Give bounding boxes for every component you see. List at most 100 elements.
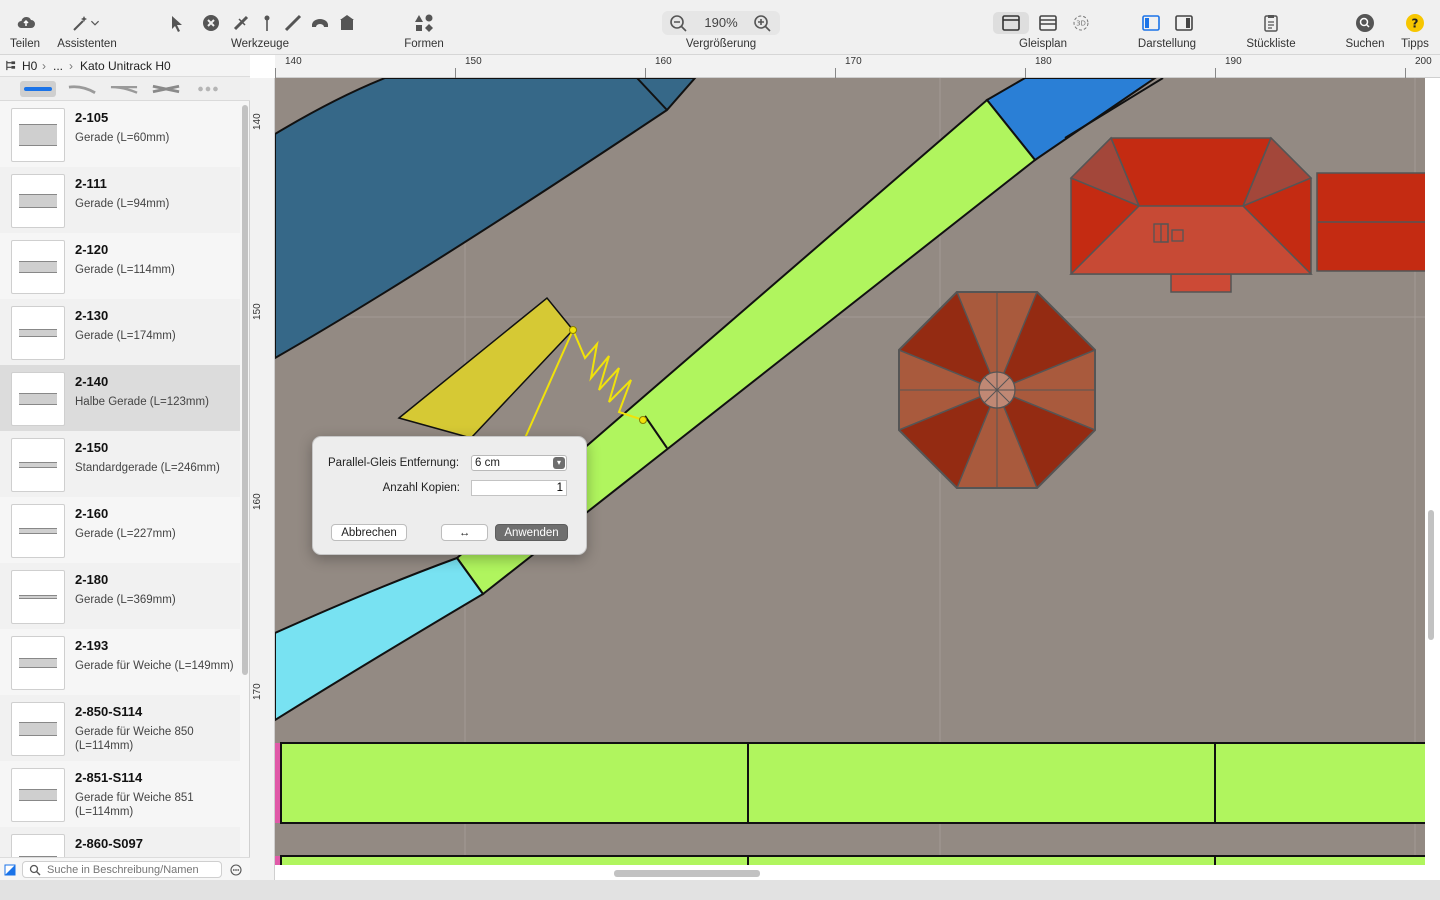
track-curve-cyan[interactable] (275, 556, 485, 722)
track-thumbnail-icon (11, 372, 65, 426)
ruler-tick (1405, 68, 1406, 78)
tab-switch-tracks[interactable] (106, 81, 142, 97)
cancel-button[interactable]: Abbrechen (331, 524, 407, 541)
track-yellow-selected[interactable] (397, 296, 574, 439)
tab-more-tracks[interactable] (190, 81, 226, 97)
building-icon[interactable] (336, 12, 358, 34)
search-input[interactable] (22, 861, 222, 878)
sidebar-left-icon[interactable] (1140, 12, 1162, 34)
split-window-icon[interactable] (1037, 12, 1059, 34)
help-tips-icon[interactable]: ? (1404, 12, 1426, 34)
track-green-horizontal[interactable] (275, 742, 1425, 824)
view-label: Darstellung (1137, 38, 1197, 50)
umbrella-octagon[interactable] (898, 291, 1096, 489)
ruler-horizontal: 140 150 160 170 180 190 200 (275, 55, 1440, 78)
track-list-item[interactable]: 2-850-S114 Gerade für Weiche 850 (L=114mm… (0, 695, 240, 761)
track-code: 2-851-S114 (75, 770, 143, 785)
track-code: 2-160 (75, 506, 109, 521)
apply-button[interactable]: Anwenden (495, 524, 568, 541)
pointer-arrow-icon[interactable] (166, 12, 188, 34)
ruler-left-label: 150 (252, 303, 263, 320)
track-thumbnail-icon (11, 108, 65, 162)
track-list-item[interactable]: 2-111 Gerade (L=94mm) (0, 167, 240, 233)
track-list-item[interactable]: 2-860-S097 (0, 827, 240, 857)
canvas-horizontal-scrollbar[interactable] (614, 870, 760, 877)
clipboard-list-icon[interactable] (1260, 12, 1282, 34)
track-thumbnail-icon (11, 240, 65, 294)
curve-track-icon (68, 85, 96, 94)
breadcrumb-ellipsis[interactable]: ... (53, 59, 63, 73)
track-green-horizontal-lower[interactable] (275, 855, 1425, 865)
distance-value: 6 cm (475, 457, 500, 469)
ruler-left-label: 160 (252, 493, 263, 510)
track-thumbnail-icon (11, 306, 65, 360)
search-options-icon[interactable] (230, 863, 242, 881)
track-description: Halbe Gerade (L=123mm) (75, 396, 209, 408)
breadcrumb-current[interactable]: Kato Unitrack H0 (80, 59, 171, 73)
sidebar-scrollbar[interactable] (242, 105, 248, 675)
copies-input[interactable] (471, 480, 567, 496)
distance-select[interactable]: 6 cm ▾ (471, 455, 567, 471)
track-thumbnail-icon (11, 174, 65, 228)
assistants-label: Assistenten (57, 38, 117, 50)
tunnel-icon[interactable] (309, 12, 331, 34)
ruler-tick (275, 68, 276, 78)
canvas-vertical-scrollbar[interactable] (1428, 510, 1434, 640)
track-thumbnail-icon (11, 702, 65, 756)
track-thumbnail-icon (11, 834, 65, 857)
breadcrumb-root[interactable]: H0 (22, 59, 37, 73)
zoom-out-icon[interactable] (667, 12, 689, 34)
track-list-item[interactable]: 2-851-S114 Gerade für Weiche 851 (L=114mm… (0, 761, 240, 827)
chevron-down-icon[interactable] (88, 12, 102, 34)
ruler-tick (835, 68, 836, 78)
tab-crossing-tracks[interactable] (148, 81, 184, 97)
track-curve-dark-blue[interactable] (275, 78, 697, 360)
single-window-icon[interactable] (1000, 12, 1022, 34)
track-list-item[interactable]: 2-120 Gerade (L=114mm) (0, 233, 240, 299)
tab-straight-tracks[interactable] (20, 81, 56, 97)
shapes-icon[interactable] (413, 12, 435, 34)
ruler-top-label: 200 (1415, 56, 1432, 67)
window-bottom-strip (0, 880, 1440, 900)
track-thumbnail-icon (11, 438, 65, 492)
zoom-value[interactable]: 190% (694, 15, 748, 30)
track-code: 2-860-S097 (75, 836, 143, 851)
search-icon[interactable] (1354, 12, 1376, 34)
ruler-left-label: 170 (252, 683, 263, 700)
sidebar-right-icon[interactable] (1173, 12, 1195, 34)
share-cloud-icon[interactable] (15, 12, 37, 34)
ruler-tick (455, 68, 456, 78)
tab-curved-tracks[interactable] (64, 81, 100, 97)
breadcrumb: H0 › ... › Kato Unitrack H0 (0, 55, 250, 77)
search-magnifier-icon (29, 863, 41, 881)
library-tree-icon[interactable] (5, 60, 16, 74)
track-code: 2-120 (75, 242, 109, 257)
track-list-item[interactable]: 2-140 Halbe Gerade (L=123mm) (0, 365, 240, 431)
track-list-item[interactable]: 2-105 Gerade (L=60mm) (0, 101, 240, 167)
more-dots-icon (198, 86, 218, 92)
ruler-tool-icon[interactable] (282, 12, 304, 34)
track-list-item[interactable]: 2-193 Gerade für Weiche (L=149mm) (0, 629, 240, 695)
copies-label: Anzahl Kopien: (382, 482, 460, 494)
track-thumbnail-icon (11, 768, 65, 822)
track-list-item[interactable]: 2-150 Standardgerade (L=246mm) (0, 431, 240, 497)
zoom-in-icon[interactable] (751, 12, 773, 34)
delete-circle-icon[interactable] (200, 12, 222, 34)
track-cut-icon[interactable] (230, 12, 252, 34)
tools-label: Werkzeuge (231, 38, 289, 50)
track-list-item[interactable]: 2-130 Gerade (L=174mm) (0, 299, 240, 365)
track-code: 2-130 (75, 308, 109, 323)
track-list-item[interactable]: 2-180 Gerade (L=369mm) (0, 563, 240, 629)
building-red-right[interactable] (1316, 172, 1425, 272)
ruler-top-label: 140 (285, 56, 302, 67)
track-list-item[interactable]: 2-160 Gerade (L=227mm) (0, 497, 240, 563)
view-3d-icon[interactable]: 3D (1070, 12, 1092, 34)
main-toolbar: Teilen Assistenten Werkzeuge Formen 190% (0, 0, 1440, 55)
swap-direction-button[interactable]: ↔ (441, 524, 488, 541)
track-description: Gerade (L=60mm) (75, 132, 170, 144)
track-thumbnail-icon (11, 570, 65, 624)
filter-toggle-icon[interactable] (4, 863, 16, 881)
pin-icon[interactable] (256, 12, 278, 34)
track-description: Gerade (L=369mm) (75, 594, 176, 606)
building-red-roof[interactable] (1069, 136, 1313, 293)
